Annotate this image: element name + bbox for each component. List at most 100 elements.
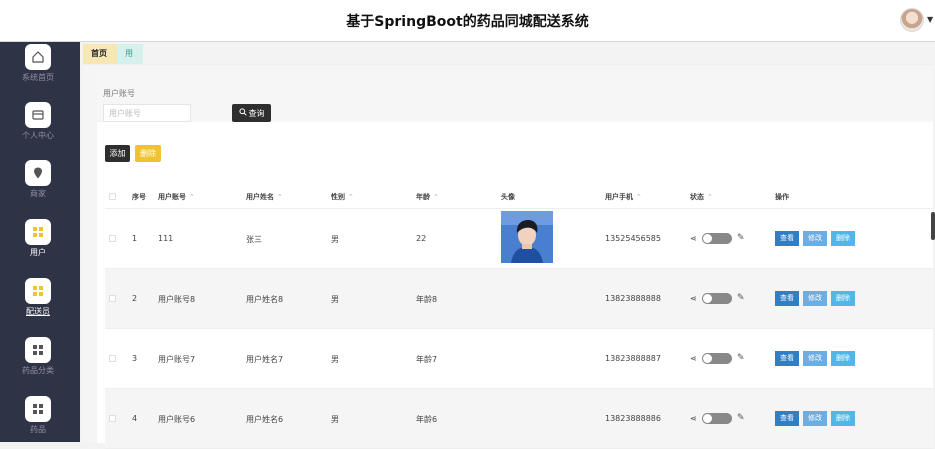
select-all-checkbox[interactable] (109, 193, 116, 200)
delete-button[interactable]: 删除 (831, 231, 855, 246)
cell-age: 年龄8 (416, 295, 438, 304)
modify-button[interactable]: 修改 (803, 411, 827, 426)
cell-name: 用户姓名6 (246, 415, 284, 424)
edit-icon[interactable]: ✎ (737, 413, 745, 423)
sidebar-item-label: 药品 (30, 425, 46, 434)
table-row: 4 用户账号6 用户姓名6 男 年龄6 13823888886 ⋖ ✎ 查看 修… (105, 389, 933, 449)
delete-button[interactable]: 删除 (831, 351, 855, 366)
edit-icon[interactable]: ✎ (737, 293, 745, 303)
share-icon[interactable]: ⋖ (690, 414, 697, 423)
edit-icon[interactable]: ✎ (737, 233, 745, 243)
header-age[interactable]: 年龄 ⌃ (416, 192, 439, 202)
cell-phone: 13823888888 (605, 294, 661, 303)
header-account-label: 用户账号 (158, 193, 186, 201)
header-gender[interactable]: 性别 ⌃ (331, 192, 354, 202)
add-button[interactable]: 添加 (105, 145, 130, 162)
view-button[interactable]: 查看 (775, 291, 799, 306)
search-button[interactable]: 查询 (232, 104, 271, 122)
header-avatar: 头像 (501, 193, 515, 201)
batch-delete-button[interactable]: 删除 (135, 145, 161, 162)
table-header: 序号 用户账号 ⌃ 用户姓名 ⌃ 性别 ⌃ 年龄 ⌃ 头像 用户手机 ⌃ 状态 ⌃ 操作 (105, 184, 933, 209)
status-control: ⋖ ✎ (690, 353, 750, 365)
sort-icon[interactable]: ⌃ (636, 193, 642, 201)
header-operations: 操作 (775, 193, 789, 201)
sidebar: 系统首页 个人中心 商家 用户 配送员 药品分类 药品 (0, 42, 80, 442)
table-row: 2 用户账号8 用户姓名8 男 年龄8 13823888888 ⋖ ✎ 查看 修… (105, 269, 933, 329)
row-checkbox[interactable] (109, 415, 116, 422)
user-list-card: 用户账号 查询 添加 删除 序号 用户账号⌃ 用户姓名⌃ 性别⌃ 年龄⌃ 头像 … (97, 70, 933, 449)
search-input[interactable] (103, 104, 191, 122)
search-icon (238, 108, 247, 118)
header-status[interactable]: 状态 ⌃ (690, 192, 713, 202)
sidebar-item-label: 配送员 (26, 307, 50, 316)
header-account[interactable]: 用户账号 ⌃ (158, 192, 195, 202)
modify-button[interactable]: 修改 (803, 351, 827, 366)
sidebar-item-label: 个人中心 (22, 131, 54, 140)
delete-button[interactable]: 删除 (831, 411, 855, 426)
cell-index: 1 (132, 234, 138, 243)
toggle-knob (703, 234, 712, 243)
cell-phone: 13823888886 (605, 414, 661, 423)
header-name[interactable]: 用户姓名 ⌃ (246, 192, 283, 202)
sidebar-item-merchant[interactable]: 商家 (0, 160, 80, 210)
main-content: 用户账号 查询 添加 删除 序号 用户账号⌃ 用户姓名⌃ 性别⌃ 年龄⌃ 头像 … (83, 64, 933, 449)
view-button[interactable]: 查看 (775, 231, 799, 246)
scrollbar-thumb[interactable] (931, 212, 935, 240)
row-checkbox[interactable] (109, 355, 116, 362)
sort-icon[interactable]: ⌃ (707, 193, 713, 201)
cell-age: 年龄7 (416, 355, 438, 364)
share-icon[interactable]: ⋖ (690, 234, 697, 243)
tab-user[interactable]: 用户 (117, 44, 143, 78)
cell-phone: 13525456585 (605, 234, 661, 243)
sidebar-item-drug[interactable]: 药品 (0, 396, 80, 446)
view-button[interactable]: 查看 (775, 351, 799, 366)
status-toggle[interactable] (702, 413, 732, 424)
header-age-label: 年龄 (416, 193, 430, 201)
avatar-photo[interactable] (501, 211, 553, 263)
chevron-down-icon[interactable]: ▼ (927, 15, 933, 24)
edit-icon[interactable]: ✎ (737, 353, 745, 363)
cell-gender: 男 (331, 235, 339, 244)
search-button-label: 查询 (248, 108, 265, 118)
grid-icon (25, 396, 51, 422)
sidebar-item-label: 药品分类 (22, 366, 54, 375)
sidebar-item-user[interactable]: 用户 (0, 219, 80, 269)
grid-icon (25, 337, 51, 363)
header-phone[interactable]: 用户手机 ⌃ (605, 192, 642, 202)
sidebar-item-courier[interactable]: 配送员 (0, 278, 80, 328)
status-toggle[interactable] (702, 293, 732, 304)
header-status-label: 状态 (690, 193, 704, 201)
location-pin-icon (25, 160, 51, 186)
share-icon[interactable]: ⋖ (690, 354, 697, 363)
modify-button[interactable]: 修改 (803, 231, 827, 246)
status-toggle[interactable] (702, 233, 732, 244)
header-phone-label: 用户手机 (605, 193, 633, 201)
view-button[interactable]: 查看 (775, 411, 799, 426)
sort-icon[interactable]: ⌃ (189, 193, 195, 201)
sidebar-item-label: 用户 (30, 248, 46, 257)
tab-home[interactable]: 首页 (83, 44, 117, 64)
sidebar-item-profile[interactable]: 个人中心 (0, 102, 80, 152)
sidebar-item-home[interactable]: 系统首页 (0, 44, 80, 94)
modify-button[interactable]: 修改 (803, 291, 827, 306)
cell-index: 4 (132, 414, 138, 423)
row-checkbox[interactable] (109, 295, 116, 302)
sidebar-item-label: 商家 (30, 189, 46, 198)
cell-name: 用户姓名7 (246, 355, 284, 364)
share-icon[interactable]: ⋖ (690, 294, 697, 303)
header-gender-label: 性别 (331, 193, 345, 201)
sort-icon[interactable]: ⌃ (348, 193, 354, 201)
user-avatar[interactable] (900, 8, 924, 32)
search-panel: 用户账号 查询 (97, 70, 933, 122)
sort-icon[interactable]: ⌃ (277, 193, 283, 201)
status-control: ⋖ ✎ (690, 413, 750, 425)
cell-phone: 13823888887 (605, 354, 661, 363)
toggle-knob (703, 294, 712, 303)
cell-gender: 男 (331, 355, 339, 364)
sort-icon[interactable]: ⌃ (433, 193, 439, 201)
cell-index: 2 (132, 294, 138, 303)
delete-button[interactable]: 删除 (831, 291, 855, 306)
row-checkbox[interactable] (109, 235, 116, 242)
sidebar-item-drug-category[interactable]: 药品分类 (0, 337, 80, 387)
status-toggle[interactable] (702, 353, 732, 364)
